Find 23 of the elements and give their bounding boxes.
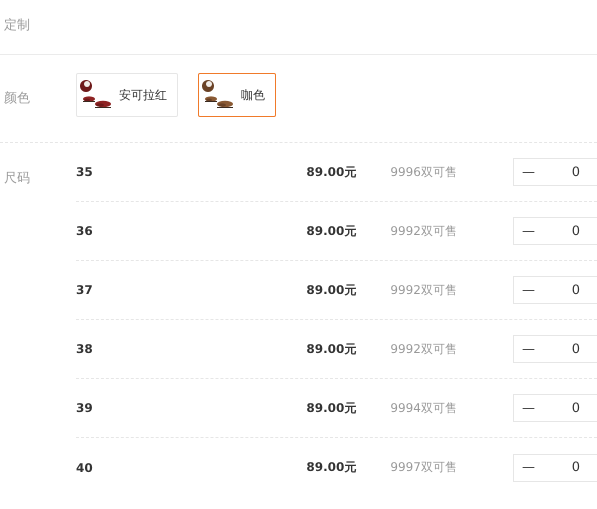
row-label: 定制 xyxy=(3,17,31,34)
size-value: 39 xyxy=(76,401,94,415)
price: 89.00元 xyxy=(305,164,356,180)
stock-count: 9994双可售 xyxy=(389,400,458,416)
color-option[interactable]: 安可拉红 xyxy=(76,73,178,117)
stock-count: 9996双可售 xyxy=(389,164,458,180)
row-label: 颜色 xyxy=(3,90,31,108)
price: 89.00元 xyxy=(305,222,356,240)
stock-count: 9992双可售 xyxy=(389,222,458,240)
size-value: 37 xyxy=(76,283,94,297)
price: 89.00元 xyxy=(305,282,356,298)
price: 89.00元 xyxy=(305,400,356,416)
size-value: 38 xyxy=(76,342,94,356)
row-label: 尺码 xyxy=(3,170,31,188)
stock-count: 9992双可售 xyxy=(389,282,458,298)
size-value: 40 xyxy=(76,460,94,474)
stock-count: 9992双可售 xyxy=(389,340,458,358)
price: 89.00元 xyxy=(305,459,356,476)
size-value: 36 xyxy=(76,224,94,238)
color-option[interactable]: 咖色 xyxy=(198,73,276,117)
size-value: 35 xyxy=(76,165,94,179)
price: 89.00元 xyxy=(305,340,356,358)
stock-count: 9997双可售 xyxy=(389,459,458,476)
